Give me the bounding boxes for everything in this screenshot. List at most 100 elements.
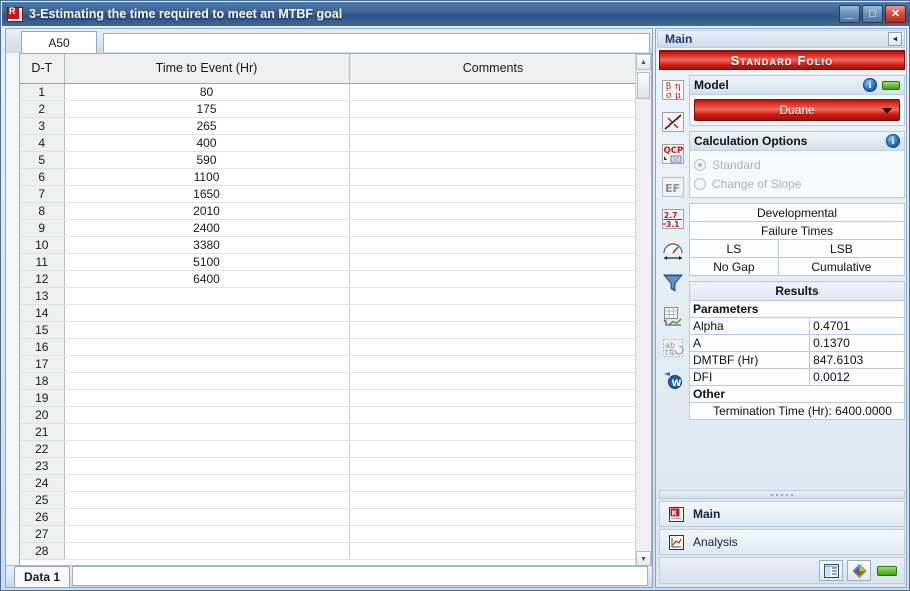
cell-time-to-event[interactable]: 175 — [64, 100, 350, 118]
alt-text-swap-icon[interactable]: ab t⇅ — [659, 333, 687, 362]
cell-time-to-event[interactable] — [64, 525, 350, 543]
plot-diamond-icon[interactable] — [847, 560, 871, 581]
cell-comments[interactable] — [349, 372, 635, 390]
row-header-cell[interactable]: 23 — [20, 457, 65, 475]
row-header-cell[interactable]: 6 — [20, 168, 65, 186]
row-header-cell[interactable]: 26 — [20, 508, 65, 526]
cell-time-to-event[interactable]: 5100 — [64, 253, 350, 271]
cell-comments[interactable] — [349, 474, 635, 492]
cell-comments[interactable] — [349, 185, 635, 203]
cell-comments[interactable] — [349, 440, 635, 458]
row-header-cell[interactable]: 12 — [20, 270, 65, 288]
cell-comments[interactable] — [349, 236, 635, 254]
green-status-pill[interactable] — [882, 80, 900, 90]
setting-gap[interactable]: No Gap — [689, 257, 779, 276]
cell-time-to-event[interactable] — [64, 474, 350, 492]
row-header-cell[interactable]: 22 — [20, 440, 65, 458]
cell-time-to-event[interactable] — [64, 406, 350, 424]
cell-comments[interactable] — [349, 270, 635, 288]
cell-comments[interactable] — [349, 219, 635, 237]
cell-comments[interactable] — [349, 151, 635, 169]
cell-time-to-event[interactable] — [64, 304, 350, 322]
row-header-cell[interactable]: 24 — [20, 474, 65, 492]
cell-comments[interactable] — [349, 253, 635, 271]
qcp-quick-calculation-pad-icon[interactable]: QCP — [659, 140, 687, 169]
cell-comments[interactable] — [349, 117, 635, 135]
row-header-cell[interactable]: 25 — [20, 491, 65, 509]
scrollbar-thumb[interactable] — [637, 72, 650, 99]
sheet-tab-data-1[interactable]: Data 1 — [14, 566, 71, 587]
ef-event-failure-icon[interactable]: EF — [659, 172, 687, 201]
cell-time-to-event[interactable] — [64, 491, 350, 509]
cell-time-to-event[interactable] — [64, 338, 350, 356]
setting-time[interactable]: Cumulative — [777, 257, 906, 276]
setting-event-type[interactable]: Failure Times — [689, 221, 905, 240]
sheet-tab-empty-area[interactable] — [72, 566, 648, 586]
row-header-cell[interactable]: 28 — [20, 542, 65, 560]
minimize-button[interactable]: _ — [839, 5, 860, 23]
row-header-cell[interactable]: 17 — [20, 355, 65, 373]
info-icon[interactable]: i — [863, 78, 877, 92]
row-header-cell[interactable]: 4 — [20, 134, 65, 152]
setting-analysis-method[interactable]: LS — [689, 239, 779, 258]
grid-vertical-scrollbar[interactable]: ▲ ▼ — [635, 54, 651, 567]
cell-comments[interactable] — [349, 491, 635, 509]
cell-time-to-event[interactable]: 2010 — [64, 202, 350, 220]
row-header-cell[interactable]: 7 — [20, 185, 65, 203]
plot-fit-line-icon[interactable] — [659, 107, 687, 136]
cell-comments[interactable] — [349, 304, 635, 322]
row-header-cell[interactable]: 15 — [20, 321, 65, 339]
row-header-cell[interactable]: 16 — [20, 338, 65, 356]
row-header-cell[interactable]: 18 — [20, 372, 65, 390]
row-header-cell[interactable]: 9 — [20, 219, 65, 237]
collapse-panel-button[interactable]: ◄ — [888, 32, 902, 46]
column-header-comments[interactable]: Comments — [349, 54, 635, 84]
row-header-cell[interactable]: 27 — [20, 525, 65, 543]
row-header-cell[interactable]: 10 — [20, 236, 65, 254]
rounding-precision-icon[interactable]: 2.7 3.1 — [659, 204, 687, 233]
maximize-button[interactable]: □ — [862, 5, 883, 23]
row-header-cell[interactable]: 13 — [20, 287, 65, 305]
cell-time-to-event[interactable] — [64, 457, 350, 475]
cell-comments[interactable] — [349, 355, 635, 373]
cell-comments[interactable] — [349, 542, 635, 560]
row-header-cell[interactable]: 21 — [20, 423, 65, 441]
nav-button-main[interactable]: R Main — [659, 501, 905, 527]
cell-time-to-event[interactable] — [64, 321, 350, 339]
cell-comments[interactable] — [349, 338, 635, 356]
distribution-parameters-icon[interactable]: β η σ μ — [659, 75, 687, 104]
cell-time-to-event[interactable] — [64, 542, 350, 560]
green-status-pill[interactable] — [875, 560, 899, 581]
cell-time-to-event[interactable] — [64, 440, 350, 458]
cell-time-to-event[interactable]: 2400 — [64, 219, 350, 237]
cell-comments[interactable] — [349, 202, 635, 220]
cell-time-to-event[interactable]: 590 — [64, 151, 350, 169]
row-header-cell[interactable]: 5 — [20, 151, 65, 169]
row-header-cell[interactable]: 20 — [20, 406, 65, 424]
cell-comments[interactable] — [349, 508, 635, 526]
cell-comments[interactable] — [349, 457, 635, 475]
radio-change-of-slope[interactable]: Change of Slope — [694, 174, 900, 193]
cell-comments[interactable] — [349, 134, 635, 152]
cell-comments[interactable] — [349, 525, 635, 543]
filter-funnel-icon[interactable] — [659, 269, 687, 298]
row-header-cell[interactable]: 11 — [20, 253, 65, 271]
cell-time-to-event[interactable]: 265 — [64, 117, 350, 135]
cell-time-to-event[interactable]: 6400 — [64, 270, 350, 288]
info-icon[interactable]: i — [886, 134, 900, 148]
cell-comments[interactable] — [349, 100, 635, 118]
setting-ranking-method[interactable]: LSB — [777, 239, 906, 258]
nav-button-analysis[interactable]: Analysis — [659, 529, 905, 555]
radio-standard[interactable]: Standard — [694, 155, 900, 174]
cell-comments[interactable] — [349, 423, 635, 441]
cell-comments[interactable] — [349, 83, 635, 101]
column-header-dt[interactable]: D-T — [20, 54, 65, 84]
cell-time-to-event[interactable] — [64, 508, 350, 526]
cell-time-to-event[interactable]: 1650 — [64, 185, 350, 203]
gauge-target-icon[interactable] — [659, 236, 687, 265]
cell-time-to-event[interactable] — [64, 355, 350, 373]
cell-comments[interactable] — [349, 287, 635, 305]
cell-comments[interactable] — [349, 321, 635, 339]
cell-reference-box[interactable]: A50 — [21, 31, 97, 53]
formula-input[interactable] — [103, 33, 650, 53]
